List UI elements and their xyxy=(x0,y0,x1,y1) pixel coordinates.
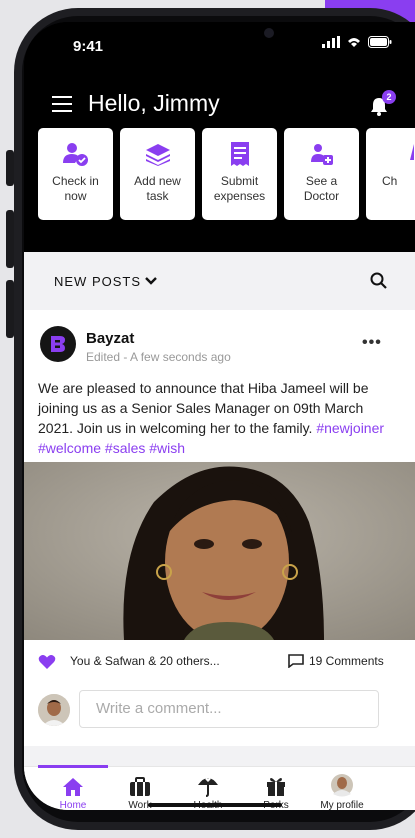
chevron-down-icon[interactable] xyxy=(144,274,158,288)
author-avatar[interactable] xyxy=(40,326,76,362)
phone-side-button xyxy=(6,150,14,186)
reactions-row: You & Safwan & 20 others... 19 Comments xyxy=(24,640,415,680)
post-card: Bayzat Edited - A few seconds ago ••• We… xyxy=(24,310,415,746)
phone-screen: 9:41 Hello, Jimmy 2 Check in now Add new t… xyxy=(24,22,415,810)
doctor-icon xyxy=(310,144,333,165)
wifi-icon xyxy=(348,38,360,47)
briefcase-icon xyxy=(130,777,150,796)
quick-action-label: Add new task xyxy=(134,174,181,203)
partial-icon xyxy=(409,144,414,160)
tab-home[interactable]: Home xyxy=(43,775,103,810)
comments-link[interactable]: 19 Comments xyxy=(288,654,384,668)
battery-icon xyxy=(368,36,392,48)
gift-icon xyxy=(267,778,285,796)
home-icon xyxy=(63,778,83,796)
status-icons xyxy=(322,36,392,48)
posts-filter-bar: NEW POSTS xyxy=(24,252,415,308)
post-author[interactable]: Bayzat xyxy=(86,330,134,347)
comment-input[interactable]: Write a comment... xyxy=(79,690,379,728)
quick-action-label: Ch xyxy=(382,174,398,188)
comment-icon xyxy=(288,654,304,668)
menu-icon[interactable] xyxy=(52,96,72,117)
quick-action-submit-expenses[interactable]: Submit expenses xyxy=(202,128,277,220)
quick-actions: Check in now Add new task Submit expenses S… xyxy=(38,128,415,220)
signal-icon xyxy=(322,36,340,48)
quick-action-partial[interactable]: Ch xyxy=(366,128,415,220)
phone-side-button xyxy=(6,280,14,338)
active-tab-indicator xyxy=(38,765,108,768)
post-meta: Edited - A few seconds ago xyxy=(86,350,231,364)
quick-action-see-doctor[interactable]: See a Doctor xyxy=(284,128,359,220)
app-header: 9:41 Hello, Jimmy 2 Check in now Add new t… xyxy=(24,22,415,252)
post-body: We are pleased to announce that Hiba Jam… xyxy=(38,378,398,458)
camera xyxy=(264,28,274,38)
comments-count: 19 Comments xyxy=(309,654,384,668)
posts-filter-dropdown[interactable]: NEW POSTS xyxy=(54,274,141,289)
notification-badge: 2 xyxy=(382,90,396,104)
user-check-icon xyxy=(62,143,88,166)
quick-action-label: See a Doctor xyxy=(303,174,340,203)
home-indicator xyxy=(148,803,282,807)
tab-my-profile[interactable]: My profile xyxy=(312,774,372,810)
greeting-title: Hello, Jimmy xyxy=(88,90,220,116)
quick-action-check-in[interactable]: Check in now xyxy=(38,128,113,220)
portrait-image xyxy=(24,462,415,640)
heart-icon[interactable] xyxy=(38,654,56,670)
receipt-icon xyxy=(230,142,249,166)
avatar-icon xyxy=(331,774,353,797)
avatar-image xyxy=(38,694,70,726)
search-icon[interactable] xyxy=(370,272,388,290)
user-avatar xyxy=(38,694,70,726)
post-photo[interactable] xyxy=(24,462,415,640)
status-time: 9:41 xyxy=(73,38,104,55)
likes-summary[interactable]: You & Safwan & 20 others... xyxy=(70,654,220,668)
quick-action-add-task[interactable]: Add new task xyxy=(120,128,195,220)
bayzat-logo-icon xyxy=(51,336,65,352)
feed: NEW POSTS Bayzat Edited - A few seconds … xyxy=(24,252,415,810)
more-options-icon[interactable]: ••• xyxy=(362,334,382,352)
layers-icon xyxy=(145,144,170,166)
quick-action-label: Submit expenses xyxy=(213,174,266,203)
quick-action-label: Check in now xyxy=(52,174,99,203)
phone-side-button xyxy=(6,210,14,268)
umbrella-heart-icon xyxy=(198,777,218,797)
notch xyxy=(112,22,302,54)
